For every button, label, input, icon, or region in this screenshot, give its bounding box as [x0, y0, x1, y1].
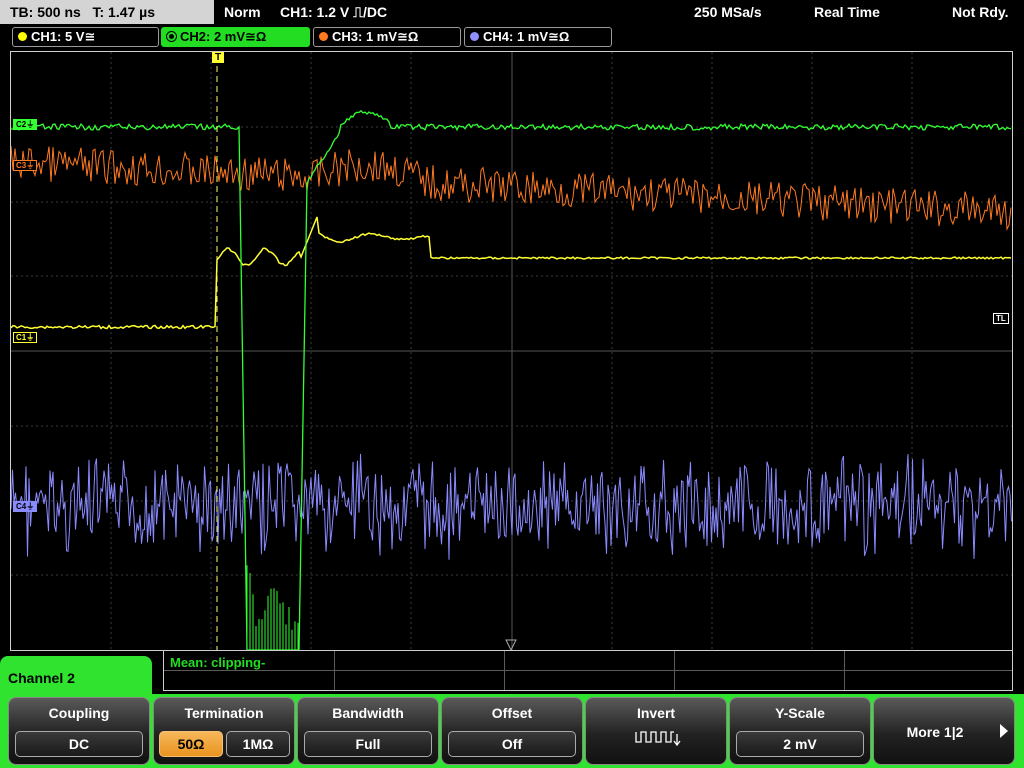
ch1-trace	[11, 216, 1012, 330]
tab-ch2[interactable]: CH2: 2 mV≅Ω	[161, 27, 310, 47]
tab-ch4[interactable]: CH4: 1 mV≅Ω	[464, 27, 612, 47]
ch3-dot-icon	[319, 32, 328, 41]
coupling-softkey[interactable]: Coupling DC	[8, 697, 150, 765]
center-marker-icon	[505, 639, 517, 650]
offset-title: Offset	[491, 705, 533, 721]
invert-waveform-icon	[635, 731, 681, 747]
tab-ch2-label: CH2: 2 mV≅Ω	[180, 29, 267, 44]
termination-title: Termination	[184, 705, 264, 721]
more-softkey[interactable]: More 1|2	[873, 697, 1015, 765]
yscale-softkey[interactable]: Y-Scale 2 mV	[729, 697, 871, 765]
offset-softkey[interactable]: Offset Off	[441, 697, 583, 765]
bandwidth-value[interactable]: Full	[304, 731, 432, 757]
ch3-ground-marker[interactable]: C3⏚	[13, 160, 38, 171]
acquisition-mode[interactable]: Real Time	[814, 0, 880, 24]
trigger-time-value: T: 1.47 µs	[92, 4, 156, 20]
ch1-ground-marker[interactable]: C1⏚	[13, 332, 38, 343]
tab-ch3-label: CH3: 1 mV≅Ω	[332, 29, 419, 44]
offset-value[interactable]: Off	[448, 731, 576, 757]
trigger-position-marker[interactable]: T	[212, 52, 225, 63]
yscale-title: Y-Scale	[775, 705, 825, 721]
bandwidth-title: Bandwidth	[332, 705, 404, 721]
measurement-panel: Mean: clipping-	[163, 651, 1013, 691]
tab-ch1[interactable]: CH1: 5 V≅	[12, 27, 159, 47]
termination-softkey[interactable]: Termination 50Ω 1MΩ	[153, 697, 295, 765]
waveform-canvas	[11, 52, 1012, 650]
trigger-mode[interactable]: Norm	[224, 0, 261, 24]
timebase-value: TB: 500 ns	[10, 4, 81, 20]
coupling-title: Coupling	[48, 705, 110, 721]
timebase-box[interactable]: TB: 500 ns T: 1.47 µs	[0, 0, 214, 24]
ch4-trace	[11, 453, 1012, 560]
termination-1m-option[interactable]: 1MΩ	[226, 731, 290, 757]
menu-title: Channel 2	[0, 656, 152, 700]
tab-ch1-label: CH1: 5 V≅	[31, 29, 96, 44]
ch4-dot-icon	[470, 32, 479, 41]
measurement-mean: Mean: clipping-	[170, 655, 266, 670]
meas-hline	[164, 670, 1012, 671]
ch3-trace	[11, 146, 1012, 232]
status-bar: TB: 500 ns T: 1.47 µs Norm CH1: 1.2 V ⎍/…	[0, 0, 1024, 24]
trigger-level-marker[interactable]: TL	[993, 313, 1009, 324]
tab-ch4-label: CH4: 1 mV≅Ω	[483, 29, 570, 44]
ch1-dot-icon	[18, 32, 27, 41]
invert-title: Invert	[636, 705, 676, 721]
more-label: More 1|2	[906, 724, 964, 740]
grid-lines	[11, 52, 1012, 650]
yscale-value[interactable]: 2 mV	[736, 731, 864, 757]
waveform-display[interactable]: C2⏚ C3⏚ C1⏚ C4⏚ TL T	[10, 51, 1013, 651]
chevron-right-icon	[1000, 724, 1008, 738]
sample-rate[interactable]: 250 MSa/s	[694, 0, 762, 24]
ch2-ground-marker[interactable]: C2⏚	[13, 119, 38, 130]
coupling-value[interactable]: DC	[15, 731, 143, 757]
ch2-dot-icon	[167, 32, 176, 41]
ch4-ground-marker[interactable]: C4⏚	[13, 501, 38, 512]
tab-ch3[interactable]: CH3: 1 mV≅Ω	[313, 27, 461, 47]
invert-softkey[interactable]: Invert	[585, 697, 727, 765]
traces	[11, 66, 1012, 650]
trigger-status: Not Rdy.	[952, 4, 1009, 20]
termination-50-option[interactable]: 50Ω	[159, 731, 223, 757]
bandwidth-softkey[interactable]: Bandwidth Full	[297, 697, 439, 765]
channel-tabs: CH1: 5 V≅ CH2: 2 mV≅Ω CH3: 1 mV≅Ω CH4: 1…	[0, 26, 1024, 48]
trigger-setting[interactable]: CH1: 1.2 V ⎍/DC	[280, 0, 387, 24]
